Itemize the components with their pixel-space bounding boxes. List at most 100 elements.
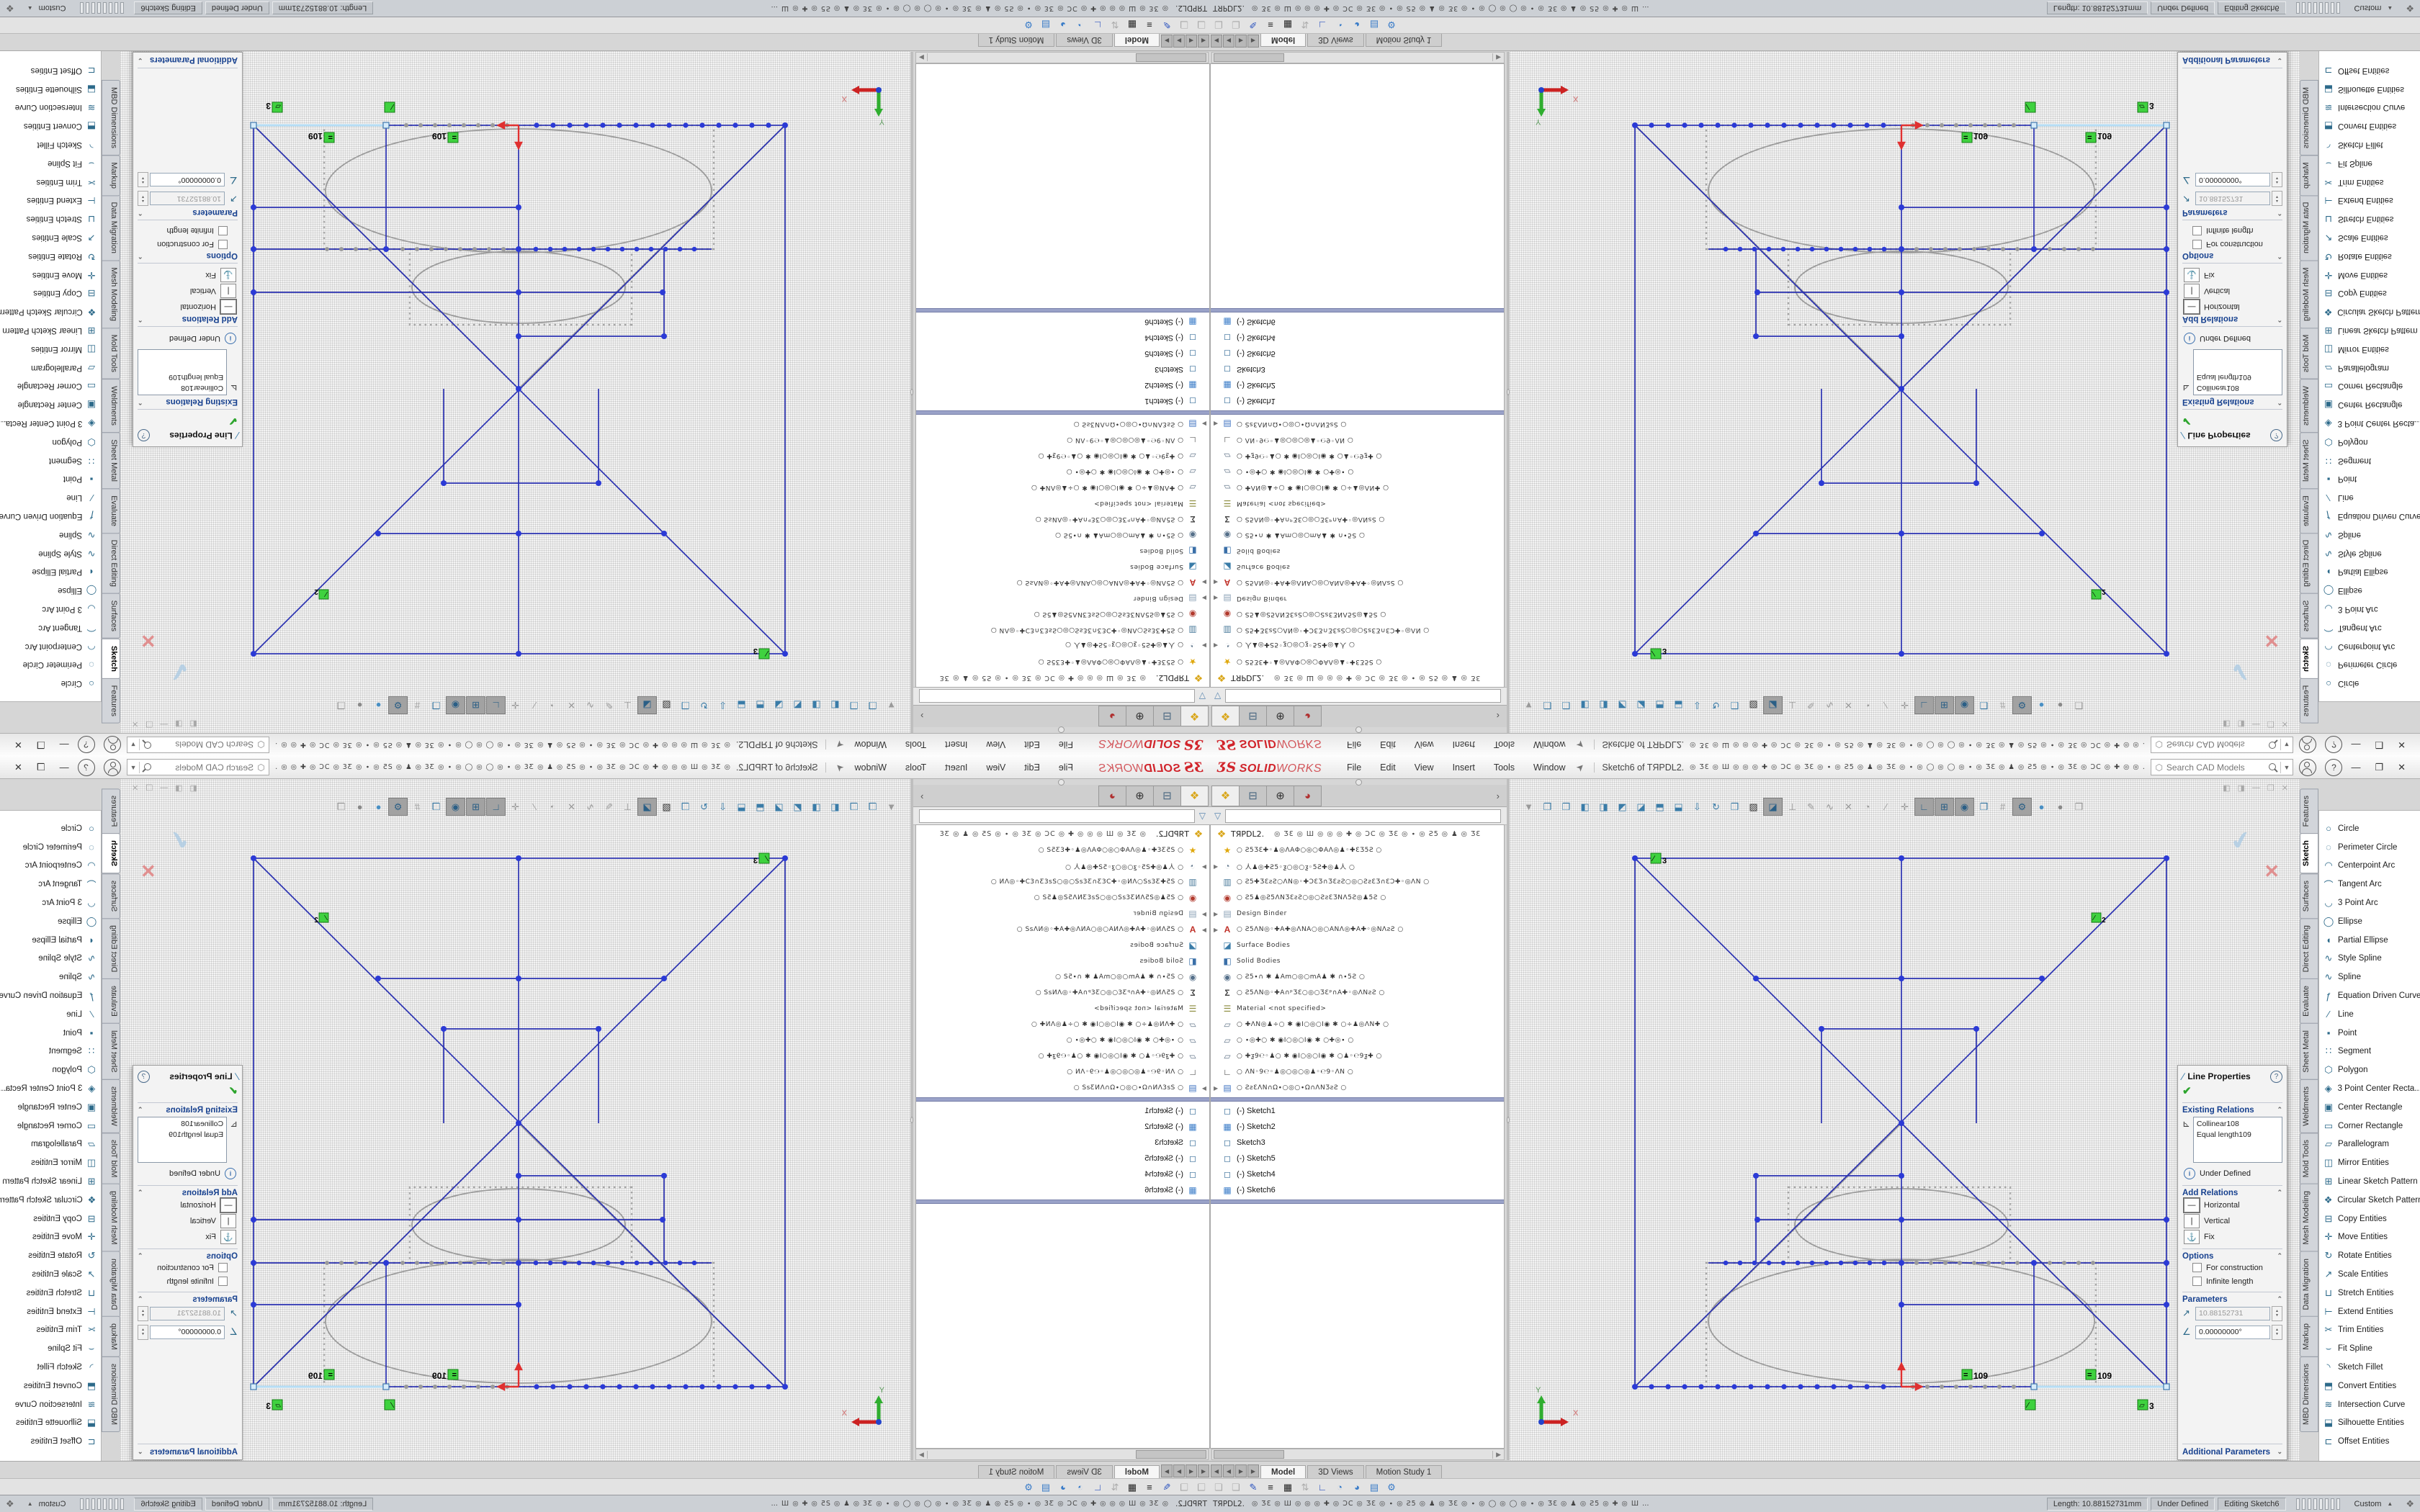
tool-item[interactable]: ◠ Centerpoint Arc (0, 637, 101, 656)
hud-icon[interactable]: ▼ (1520, 798, 1538, 815)
tree-row[interactable]: ▶ Surface Bodies (1211, 559, 1504, 575)
tab-nav-prev-icon[interactable]: ◀ (1186, 1464, 1197, 1477)
tree-splitter[interactable] (1211, 1097, 1504, 1102)
command-tab[interactable]: Surfaces (102, 873, 120, 919)
search-box[interactable]: ⬡ Search CAD Models ▼ (2151, 759, 2293, 775)
command-tab[interactable]: Evaluate (2300, 488, 2318, 534)
tool-item[interactable]: ▪ Point (2319, 469, 2420, 488)
sketch-row[interactable]: ▶ (-) Sketch4 (1211, 1166, 1504, 1182)
tree-row[interactable]: ▶ ○ ɅΝ◦9℮◦♟◎○◎○◎♟◦℮9◦ɅΝ ○ (1211, 432, 1504, 448)
scroll-right-button[interactable]: ▶ (916, 1451, 928, 1459)
command-tab[interactable]: Direct Editing (2300, 918, 2318, 979)
tool-item[interactable]: ✂ Trim Entities (2319, 1321, 2420, 1340)
hud-icon[interactable]: ⊥ (1783, 697, 1801, 714)
tool-item[interactable]: ⊔ Stretch Entities (2319, 210, 2420, 228)
sketch-row[interactable]: ▶ Sketch3 (1211, 1135, 1504, 1151)
sketch-row[interactable]: ▶ Sketch3 (1211, 361, 1504, 377)
hud-icon[interactable]: ▨ (658, 697, 676, 714)
hud-icon[interactable]: ▼ (882, 798, 900, 815)
hud-icon[interactable]: # (408, 697, 426, 714)
tree-row[interactable]: ▶ ○ ∙◎✚○ ✱ ◉Ι○◎○Ι◉ ✱ ○✚◎∙ ○ (916, 1032, 1209, 1048)
tab-featuremanager[interactable]: ❖ (1211, 786, 1240, 806)
hud-icon[interactable]: ◩ (1613, 798, 1631, 815)
panel-divider[interactable] (910, 52, 913, 733)
tool-item[interactable]: ∿ Spline (0, 526, 101, 544)
tab-nav-next-icon[interactable]: ▶ (1235, 35, 1247, 48)
hud-icon[interactable]: ⬓ (1670, 697, 1688, 714)
collapse-icon[interactable]: ⌃ (138, 208, 143, 217)
tool-item[interactable]: ⊞ Linear Sketch Pattern (0, 321, 101, 340)
child-restore-icon[interactable]: ❐ (2267, 783, 2275, 793)
sketch-row[interactable]: ▶ (-) Sketch6 (916, 314, 1209, 330)
tool-item[interactable]: ◌ Perimeter Circle (0, 838, 101, 857)
panel-expand-icon[interactable]: › (1497, 791, 1500, 801)
hud-icon[interactable]: ✛ (1896, 697, 1914, 714)
tree-hscrollbar[interactable]: ▶ (915, 1449, 1209, 1460)
relation-fix[interactable]: ⚓Fix (138, 267, 238, 283)
hud-icon[interactable]: # (1994, 798, 2012, 815)
panel-help-icon[interactable]: ? (2270, 1071, 2282, 1083)
tool-item[interactable]: ◠ Centerpoint Arc (0, 857, 101, 876)
toolbar-icon[interactable]: ≡ (1141, 19, 1158, 30)
command-tab[interactable]: Sketch (102, 639, 120, 679)
tool-item[interactable]: ⊞ Linear Sketch Pattern (2319, 1172, 2420, 1191)
document-tab[interactable]: 3D Views (1056, 33, 1112, 47)
hud-icon[interactable]: ⬓ (1670, 798, 1688, 815)
menu-item[interactable]: Window (1525, 737, 1573, 753)
toolbar-icon[interactable]: ∟ (1089, 1482, 1106, 1493)
relation-horizontal[interactable]: —Horizontal (2182, 1197, 2282, 1213)
sketch-row[interactable]: ▶ (-) Sketch5 (1211, 346, 1504, 361)
tool-item[interactable]: ∕ Line (2319, 1005, 2420, 1024)
relations-listbox[interactable]: Collinear108 Equal length109 (2193, 349, 2282, 395)
menu-item[interactable]: Tools (897, 760, 934, 775)
tool-item[interactable]: ↗ Scale Entities (2319, 228, 2420, 247)
menu-item[interactable]: Window (847, 737, 895, 753)
command-tab[interactable]: Sheet Metal (2300, 432, 2318, 489)
tool-item[interactable]: ◝ Sketch Fillet (0, 135, 101, 154)
tree-row[interactable]: ▶ ○ ✚ƺ9℮◦♟○ ✱ ◉Ι○◎○Ι◉ ✱ ○♟◦℮9ƺ✚ ○ (916, 448, 1209, 464)
tool-item[interactable]: ⊟ Copy Entities (2319, 284, 2420, 302)
sketch-row[interactable]: ▶ Sketch3 (916, 1135, 1209, 1151)
tool-item[interactable]: ▭ Corner Rectangle (0, 1117, 101, 1135)
sketch-row[interactable]: ▶ (-) Sketch2 (1211, 377, 1504, 393)
toolbar-icon[interactable]: ≡ (1141, 1482, 1158, 1493)
document-tab[interactable]: 3D Views (1056, 1465, 1112, 1479)
menu-item[interactable]: View (1407, 737, 1442, 753)
angle-field[interactable]: 0.00000000° (2195, 174, 2270, 187)
toolbar-icon[interactable]: ◕ (1054, 1482, 1072, 1493)
tree-row[interactable]: ▶ ○ 人♟◎✚Ƨ5◦ƺ○◎○ƺ◦5Ƨ✚◎♟人 ○ (916, 858, 1209, 874)
command-tab[interactable]: Markup (2300, 1316, 2318, 1357)
dock-right-icon[interactable]: ◨ (2238, 719, 2245, 729)
document-tab[interactable]: Model (1260, 1465, 1306, 1479)
hud-icon[interactable]: ◉ (1955, 696, 1974, 714)
hud-icon[interactable]: ● (2051, 798, 2069, 815)
expand-icon[interactable]: ▶ (1199, 1085, 1206, 1092)
restore-button[interactable]: ❐ (2375, 739, 2383, 751)
hud-icon[interactable]: ∕ (1877, 798, 1895, 815)
sketch-row[interactable]: ▶ (-) Sketch2 (916, 1119, 1209, 1135)
menu-item[interactable]: Edit (1372, 760, 1404, 775)
hud-icon[interactable]: ✕ (563, 798, 581, 815)
tab-displaymanager[interactable]: ◕ (1294, 706, 1322, 727)
tool-item[interactable]: ○ Circle (0, 674, 101, 693)
account-button[interactable] (2299, 737, 2316, 754)
command-tab[interactable]: Data Migration (2300, 195, 2318, 261)
hud-icon[interactable]: ● (2051, 697, 2069, 714)
menu-item[interactable]: File (1051, 760, 1081, 775)
hud-icon[interactable]: ◔ (1858, 798, 1876, 815)
toolbar-icon[interactable]: ◔ (1072, 19, 1089, 30)
tool-item[interactable]: ◝ Sketch Fillet (2319, 135, 2420, 154)
hud-icon[interactable]: ◪ (1763, 696, 1783, 714)
tab-nav-first-icon[interactable]: ◀ (1198, 35, 1209, 48)
tool-item[interactable]: ▪ Point (2319, 1024, 2420, 1043)
menu-item[interactable]: View (1407, 760, 1442, 775)
tab-nav-last-icon[interactable]: ▶ (1247, 1464, 1259, 1477)
tree-row[interactable]: ▶ ○ Ƨ5✚ƷƐƨƧ○ɅΝ◎◦✚ƆƐƷ∩ƷƐƨƧ○◎○ƧƨƐƷ∩ƐƆ✚◦◎ɅΝ… (916, 874, 1209, 890)
tree-row[interactable]: ▶ ○ ✚ɅΝ◎♟÷○ ✱ ◉Ι○◎○Ι◉ ✱ ○÷♟◎ɅΝ✚ ○ (916, 1017, 1209, 1032)
relation-horizontal[interactable]: —Horizontal (2182, 299, 2282, 315)
toolbar-icon[interactable]: ∟ (1314, 1482, 1331, 1493)
hud-icon[interactable]: ❒ (1726, 798, 1744, 815)
command-tab[interactable]: Weldments (2300, 1079, 2318, 1133)
tree-row[interactable]: ▶ ○ ƧƨƐɅΝ∩Ω∙○◎○∙Ω∩ɅΝƷƨƧ ○ (916, 416, 1209, 432)
tree-hscrollbar[interactable]: ▶ (915, 52, 1209, 63)
